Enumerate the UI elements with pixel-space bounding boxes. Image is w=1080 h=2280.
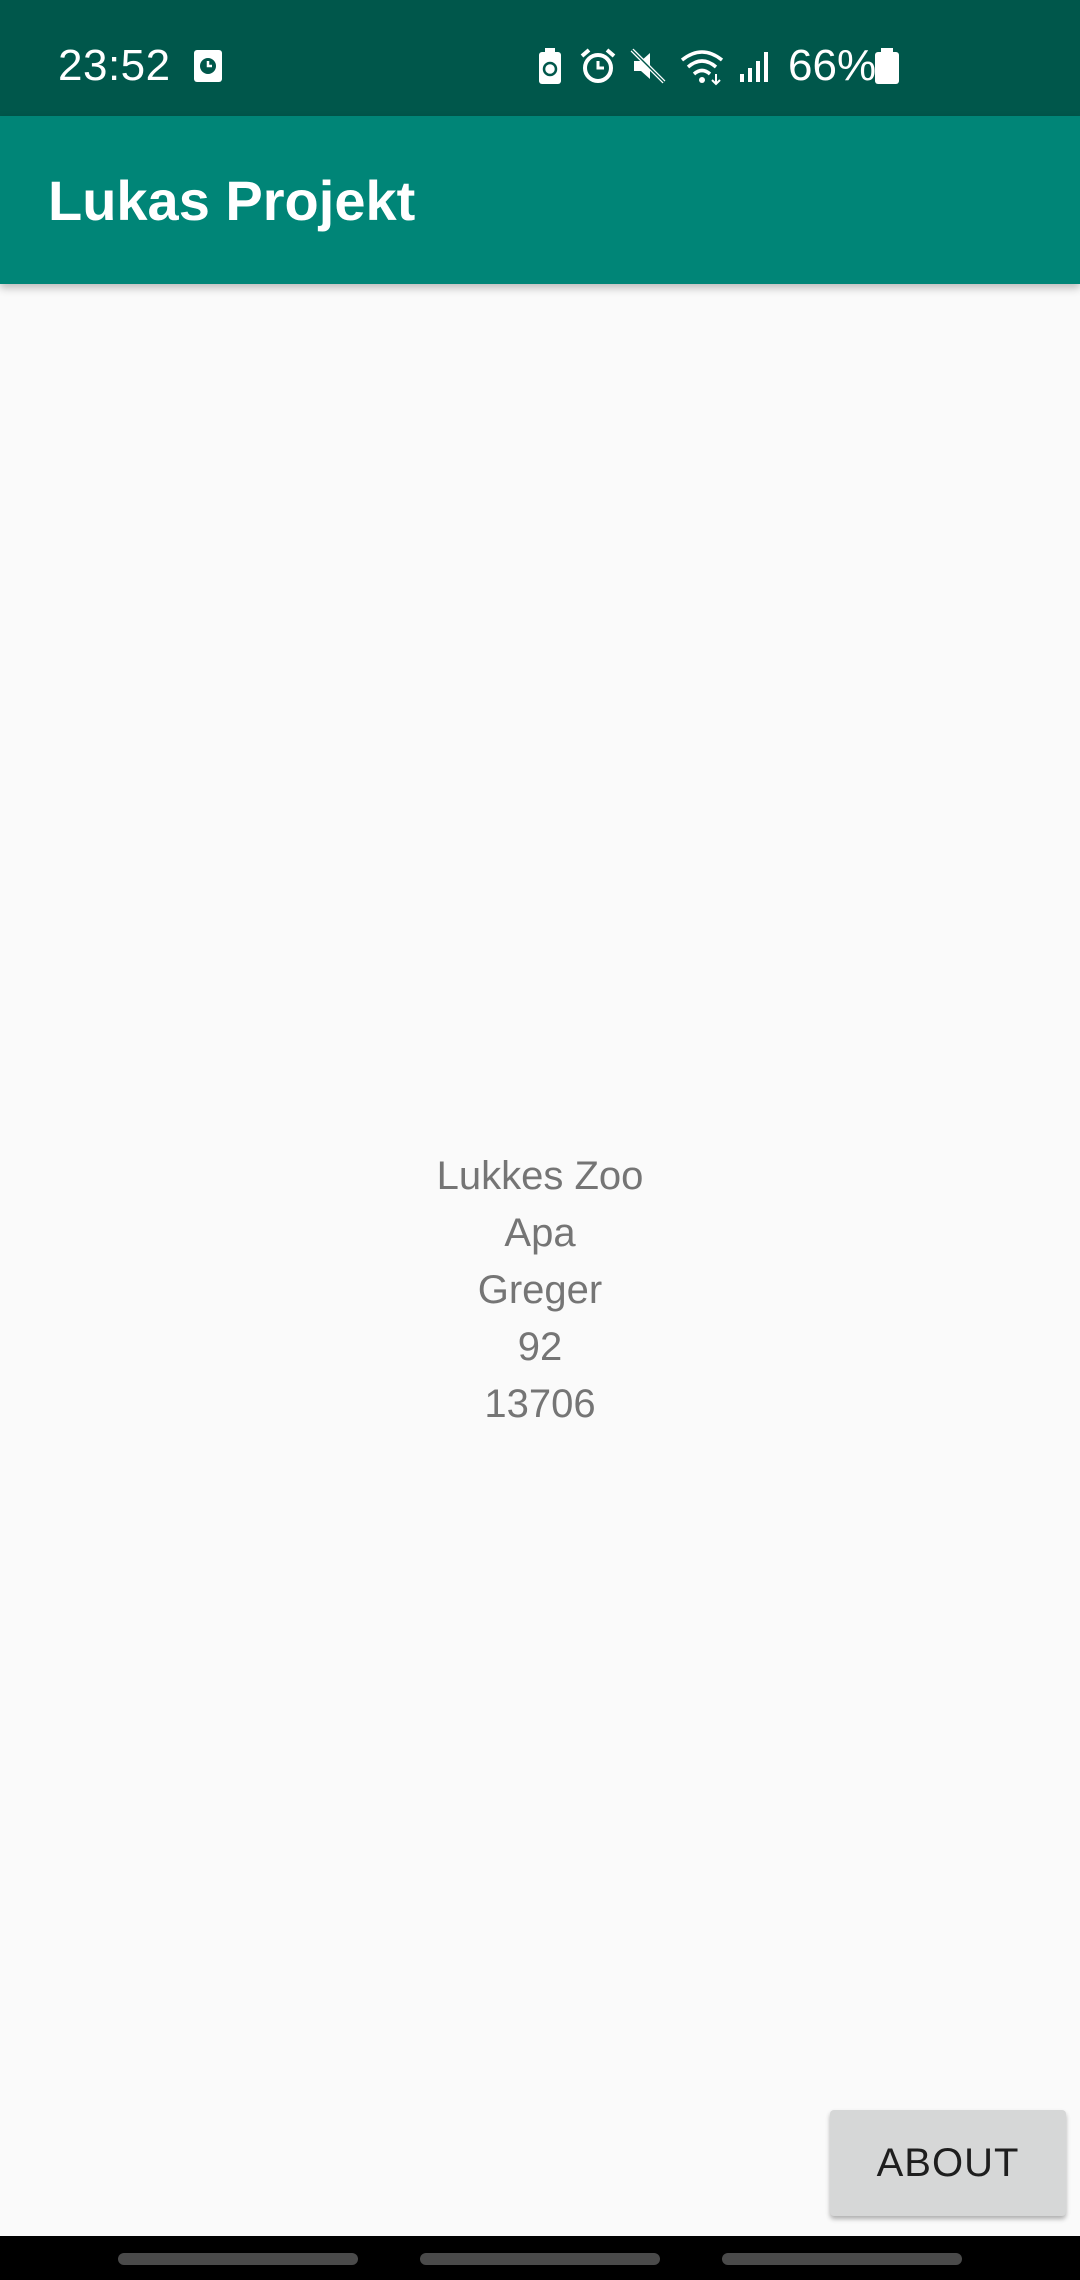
zoo-name: Lukkes Zoo	[436, 1154, 644, 1198]
alarm-icon	[578, 46, 618, 86]
app-screen: 23:52 66% Lukas Projekt Lukkes Zoo Apa G…	[0, 0, 1080, 2280]
wifi-icon	[678, 46, 726, 86]
battery-saver-icon	[530, 46, 570, 86]
status-bar: 23:52 66%	[0, 0, 1080, 116]
animal-type: Apa	[504, 1211, 576, 1255]
mute-icon	[628, 46, 668, 86]
animal-id: 13706	[484, 1382, 596, 1426]
clock-notification-icon	[188, 46, 228, 86]
app-title: Lukas Projekt	[48, 169, 416, 232]
about-button[interactable]: ABOUT	[830, 2110, 1066, 2216]
battery-percent: 66%	[788, 41, 877, 90]
home-pill[interactable]	[420, 2253, 660, 2265]
animal-name: Greger	[477, 1268, 603, 1312]
app-bar: Lukas Projekt	[0, 116, 1080, 284]
animal-number: 92	[517, 1325, 563, 1369]
status-time: 23:52	[58, 41, 171, 90]
battery-icon	[872, 46, 902, 86]
back-pill[interactable]	[722, 2253, 962, 2265]
signal-icon	[734, 46, 774, 86]
nav-bar	[0, 2236, 1080, 2280]
recent-apps-pill[interactable]	[118, 2253, 358, 2265]
zoo-info-text: Lukkes Zoo Apa Greger 92 13706	[0, 1148, 1080, 1433]
